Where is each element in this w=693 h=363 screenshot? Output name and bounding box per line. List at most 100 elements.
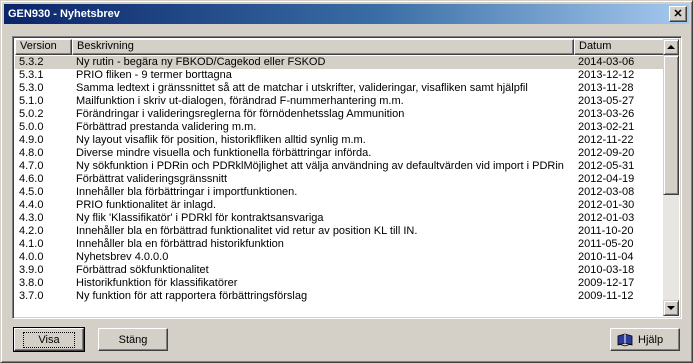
cell-date: 2012-01-30 <box>578 199 635 211</box>
cell-version: 4.6.0 <box>19 173 44 185</box>
cell-description: Förändringar i valideringsreglerna för f… <box>76 108 405 120</box>
cell-description: PRIO fliken - 9 termer borttagna <box>76 69 232 81</box>
cell-version: 5.3.2 <box>19 56 44 68</box>
show-button-label: Visa <box>23 331 75 348</box>
list-row[interactable]: 5.0.2 Förändringar i valideringsreglerna … <box>15 108 666 121</box>
cell-version: 5.3.1 <box>19 69 44 81</box>
cell-date: 2012-01-03 <box>578 212 635 224</box>
list-row[interactable]: 4.7.0 Ny sökfunktion i PDRin och PDRklMöj… <box>15 160 666 173</box>
list-row[interactable]: 5.3.1 PRIO fliken - 9 termer borttagna 201… <box>15 69 666 82</box>
list-row[interactable]: 5.0.0 Förbättrad prestanda validering m.m… <box>15 121 666 134</box>
list-row[interactable]: 5.1.0 Mailfunktion i skriv ut-dialogen, f… <box>15 95 666 108</box>
cell-description: Innehåller bla en förbättrad historikfun… <box>76 238 284 250</box>
arrow-down-icon <box>667 306 675 310</box>
cell-description: Ny flik 'Klassifikatör' i PDRkl för kont… <box>76 212 324 224</box>
title-bar[interactable]: GEN930 - Nyhetsbrev <box>4 4 689 24</box>
dialog-window: GEN930 - Nyhetsbrev ✕ Version Beskrivnin… <box>0 0 693 363</box>
vertical-scrollbar[interactable] <box>663 39 679 316</box>
list-row[interactable]: 4.8.0 Diverse mindre visuella och funktio… <box>15 147 666 160</box>
list-row[interactable]: 4.4.0 PRIO funktionalitet är inlagd. 2012-… <box>15 199 666 212</box>
cell-date: 2013-03-26 <box>578 108 635 120</box>
cell-date: 2013-02-21 <box>578 121 635 133</box>
cell-version: 5.1.0 <box>19 95 44 107</box>
cell-version: 4.5.0 <box>19 186 44 198</box>
list-row[interactable]: 4.6.0 Förbättrat valideringsgränssnitt 201… <box>15 173 666 186</box>
cell-version: 4.4.0 <box>19 199 44 211</box>
cell-date: 2012-11-22 <box>578 134 634 146</box>
cell-description: Ny funktion för att rapportera förbättri… <box>76 290 308 302</box>
cell-version: 5.0.0 <box>19 121 44 133</box>
cell-date: 2010-03-18 <box>578 264 635 276</box>
news-list[interactable]: Version Beskrivning Datum 5.3.2 Ny rutin … <box>12 36 682 319</box>
scroll-thumb[interactable] <box>663 55 679 195</box>
window-title: GEN930 - Nyhetsbrev <box>8 8 120 20</box>
cell-description: Förbättrad prestanda validering m.m. <box>76 121 257 133</box>
list-row[interactable]: 4.2.0 Innehåller bla en förbättrad funkti… <box>15 225 666 238</box>
list-row[interactable]: 3.7.0 Ny funktion för att rapportera förb… <box>15 290 666 303</box>
list-row[interactable]: 5.3.0 Samma ledtext i gränssnittet så att… <box>15 82 666 95</box>
help-button[interactable]: Hjälp <box>610 328 680 351</box>
cell-date: 2011-05-20 <box>578 238 634 250</box>
cell-date: 2011-10-20 <box>578 225 634 237</box>
cell-version: 3.8.0 <box>19 277 44 289</box>
cell-version: 4.0.0 <box>19 251 44 263</box>
list-rows: 5.3.2 Ny rutin - begära ny FBKOD/Cagekod … <box>15 56 666 303</box>
cell-description: Innehåller bla förbättringar i importfun… <box>76 186 298 198</box>
cell-version: 4.3.0 <box>19 212 44 224</box>
list-row[interactable]: 4.9.0 Ny layout visaflik för position, hi… <box>15 134 666 147</box>
cell-date: 2012-09-20 <box>578 147 635 159</box>
list-row[interactable]: 4.3.0 Ny flik 'Klassifikatör' i PDRkl för… <box>15 212 666 225</box>
list-row[interactable]: 4.5.0 Innehåller bla förbättringar i impo… <box>15 186 666 199</box>
scroll-down-button[interactable] <box>663 300 679 316</box>
cell-version: 5.0.2 <box>19 108 44 120</box>
close-button-label: Stäng <box>118 333 148 346</box>
cell-version: 3.7.0 <box>19 290 44 302</box>
cell-date: 2009-11-12 <box>578 290 634 302</box>
help-button-label: Hjälp <box>638 333 664 346</box>
list-header: Version Beskrivning Datum <box>15 39 666 55</box>
close-button[interactable]: Stäng <box>98 328 168 351</box>
cell-description: Ny sökfunktion i PDRin och PDRklMöjlighe… <box>76 160 564 172</box>
cell-date: 2012-04-19 <box>578 173 635 185</box>
show-button[interactable]: Visa <box>13 327 85 352</box>
cell-date: 2014-03-06 <box>578 56 635 68</box>
cell-description: Nyhetsbrev 4.0.0.0 <box>76 251 169 263</box>
cell-version: 4.9.0 <box>19 134 44 146</box>
cell-version: 5.3.0 <box>19 82 44 94</box>
cell-version: 4.2.0 <box>19 225 44 237</box>
cell-description: PRIO funktionalitet är inlagd. <box>76 199 217 211</box>
cell-description: Ny layout visaflik för position, histori… <box>76 134 366 146</box>
cell-description: Diverse mindre visuella och funktionella… <box>76 147 372 159</box>
list-row[interactable]: 3.8.0 Historikfunktion för klassifikatöre… <box>15 277 666 290</box>
cell-date: 2013-12-12 <box>578 69 635 81</box>
cell-description: Förbättrad sökfunktionalitet <box>76 264 209 276</box>
cell-date: 2013-11-28 <box>578 82 634 94</box>
cell-version: 3.9.0 <box>19 264 44 276</box>
cell-description: Innehåller bla en förbättrad funktionali… <box>76 225 418 237</box>
cell-date: 2010-11-04 <box>578 251 634 263</box>
cell-description: Ny rutin - begära ny FBKOD/Cagekod eller… <box>76 56 326 68</box>
list-row[interactable]: 4.0.0 Nyhetsbrev 4.0.0.0 2010-11-04 <box>15 251 666 264</box>
column-header-description[interactable]: Beskrivning <box>72 39 574 55</box>
book-icon <box>617 333 633 346</box>
list-row[interactable]: 4.1.0 Innehåller bla en förbättrad histor… <box>15 238 666 251</box>
close-window-button[interactable]: ✕ <box>669 6 687 22</box>
cell-date: 2009-12-17 <box>578 277 635 289</box>
cell-version: 4.8.0 <box>19 147 44 159</box>
arrow-up-icon <box>667 45 675 49</box>
close-icon: ✕ <box>673 7 683 20</box>
cell-version: 4.7.0 <box>19 160 44 172</box>
column-header-date[interactable]: Datum <box>574 39 666 55</box>
cell-description: Mailfunktion i skriv ut-dialogen, föränd… <box>76 95 404 107</box>
cell-description: Historikfunktion för klassifikatörer <box>76 277 238 289</box>
cell-description: Samma ledtext i gränssnittet så att de m… <box>76 82 528 94</box>
column-header-version[interactable]: Version <box>15 39 72 55</box>
cell-date: 2012-03-08 <box>578 186 635 198</box>
cell-date: 2012-05-31 <box>578 160 635 172</box>
list-row[interactable]: 5.3.2 Ny rutin - begära ny FBKOD/Cagekod … <box>15 56 666 69</box>
cell-description: Förbättrat valideringsgränssnitt <box>76 173 228 185</box>
scroll-up-button[interactable] <box>663 39 679 55</box>
cell-date: 2013-05-27 <box>578 95 635 107</box>
cell-version: 4.1.0 <box>19 238 44 250</box>
list-row[interactable]: 3.9.0 Förbättrad sökfunktionalitet 2010-03… <box>15 264 666 277</box>
